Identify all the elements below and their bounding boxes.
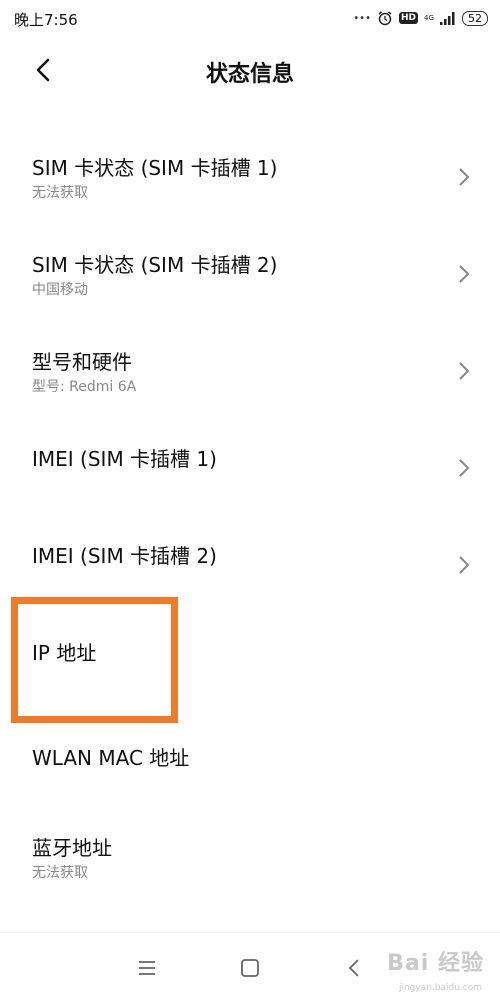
- chevron-right-icon: [459, 168, 470, 186]
- item-title: IMEI (SIM 卡插槽 1): [32, 447, 217, 471]
- header: 状态信息: [0, 36, 500, 106]
- signal-icon: [440, 11, 455, 25]
- highlight-box: [11, 597, 178, 723]
- list-item-sim1-status[interactable]: SIM 卡状态 (SIM 卡插槽 1) 无法获取: [0, 120, 500, 217]
- dots-icon: •••: [353, 12, 371, 24]
- home-icon[interactable]: [239, 957, 261, 979]
- battery-indicator: 52: [462, 10, 488, 26]
- list-item-bluetooth-address[interactable]: 蓝牙地址 无法获取: [0, 812, 500, 909]
- status-icons: ••• HD 4G 52: [353, 8, 488, 28]
- item-subtitle: 无法获取: [32, 185, 88, 201]
- alarm-icon: [378, 11, 392, 26]
- item-title: WLAN MAC 地址: [32, 746, 190, 770]
- network-type: 4G: [424, 13, 434, 22]
- list-item-model-hardware[interactable]: 型号和硬件 型号: Redmi 6A: [0, 314, 500, 411]
- item-title: IMEI (SIM 卡插槽 2): [32, 544, 217, 568]
- navigation-bar: Bai 经验 jingyan.baidu.com: [0, 932, 500, 1001]
- chevron-right-icon: [459, 459, 470, 477]
- chevron-right-icon: [459, 265, 470, 283]
- watermark: Bai 经验: [387, 951, 484, 976]
- list-item-imei1[interactable]: IMEI (SIM 卡插槽 1): [0, 411, 500, 508]
- item-title: 蓝牙地址: [32, 836, 112, 860]
- chevron-right-icon: [459, 556, 470, 574]
- list-item-imei2[interactable]: IMEI (SIM 卡插槽 2): [0, 508, 500, 605]
- item-subtitle: 无法获取: [32, 865, 88, 881]
- watermark-url: jingyan.baidu.com: [398, 983, 482, 993]
- back-nav-icon[interactable]: [344, 957, 366, 979]
- item-subtitle: 型号: Redmi 6A: [32, 379, 137, 395]
- page-title: 状态信息: [205, 62, 294, 87]
- list-item-sim2-status[interactable]: SIM 卡状态 (SIM 卡插槽 2) 中国移动: [0, 217, 500, 314]
- chevron-right-icon: [459, 362, 470, 380]
- status-info-list: SIM 卡状态 (SIM 卡插槽 1) 无法获取 SIM 卡状态 (SIM 卡插…: [0, 120, 500, 909]
- item-subtitle: 中国移动: [32, 282, 88, 298]
- hd-badge: HD: [398, 12, 418, 24]
- menu-icon[interactable]: [136, 957, 158, 979]
- status-time: 晚上7:56: [14, 11, 78, 29]
- status-bar: 晚上7:56 ••• HD 4G 52: [0, 0, 500, 36]
- item-title: SIM 卡状态 (SIM 卡插槽 1): [32, 156, 278, 180]
- item-title: SIM 卡状态 (SIM 卡插槽 2): [32, 253, 278, 277]
- item-title: 型号和硬件: [32, 350, 132, 374]
